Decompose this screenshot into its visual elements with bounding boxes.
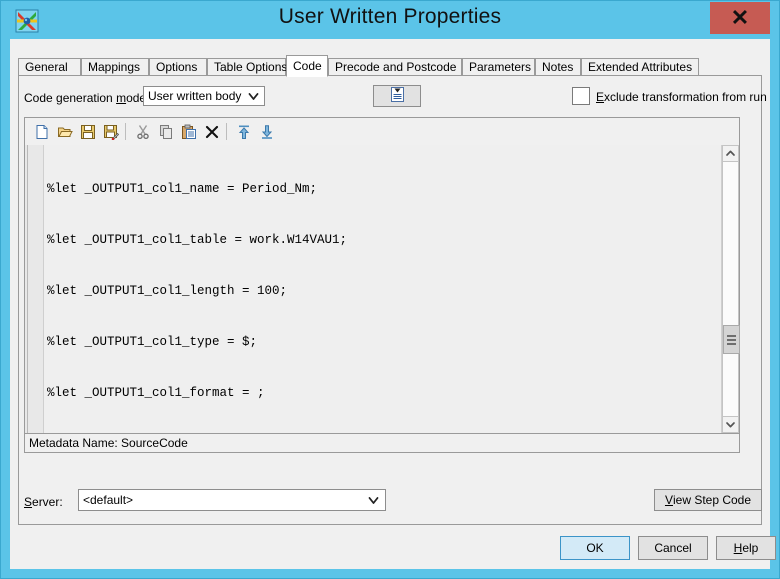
chevron-down-icon	[367, 494, 380, 507]
tab-notes[interactable]: Notes	[535, 58, 581, 76]
tab-extended-attributes[interactable]: Extended Attributes	[581, 58, 699, 76]
tab-table-options[interactable]: Table Options	[207, 58, 287, 76]
code-line: %let _OUTPUT1_col1_table = work.W14VAU1;	[47, 233, 348, 247]
tab-parameters[interactable]: Parameters	[462, 58, 535, 76]
toolbar-separator-1	[125, 123, 126, 140]
delete-icon[interactable]	[201, 121, 222, 142]
chevron-down-icon	[247, 90, 260, 103]
window-title: User Written Properties	[278, 5, 502, 28]
dialog-window: User Written Properties ✕ General Mappin…	[0, 0, 780, 579]
code-text-area[interactable]: %let _OUTPUT1_col1_name = Period_Nm; %le…	[25, 145, 739, 433]
code-editor-toolbar	[25, 118, 739, 146]
scroll-up-icon[interactable]	[722, 145, 739, 162]
scrollbar-track[interactable]	[722, 162, 740, 416]
toolbar-separator-2	[226, 123, 227, 140]
help-button[interactable]: Help	[716, 536, 776, 560]
upload-icon[interactable]	[233, 121, 254, 142]
tab-options[interactable]: Options	[149, 58, 207, 76]
tab-precode-postcode[interactable]: Precode and Postcode	[328, 58, 462, 76]
open-folder-icon[interactable]	[54, 121, 75, 142]
code-line: %let _OUTPUT1_col1_name = Period_Nm;	[47, 182, 318, 196]
view-step-code-button[interactable]: View Step Code	[654, 489, 762, 511]
insert-code-icon	[389, 86, 406, 106]
code-generation-mode-value: User written body	[148, 89, 242, 103]
scrollbar-thumb[interactable]	[723, 325, 740, 354]
new-file-icon[interactable]	[31, 121, 52, 142]
dialog-client-area: General Mappings Options Table Options C…	[10, 39, 776, 569]
code-gutter	[25, 145, 44, 433]
code-vertical-scrollbar[interactable]	[721, 145, 740, 433]
scrollbar-grip	[727, 334, 736, 337]
tab-code[interactable]: Code	[286, 55, 328, 77]
code-lines: %let _OUTPUT1_col1_name = Period_Nm; %le…	[47, 147, 719, 433]
scrollbar-grip	[727, 338, 736, 341]
ok-button[interactable]: OK	[560, 536, 630, 560]
copy-icon[interactable]	[155, 121, 176, 142]
tab-strip: General Mappings Options Table Options C…	[18, 55, 762, 77]
code-line: %let _OUTPUT1_col1_length = 100;	[47, 284, 288, 298]
download-icon[interactable]	[256, 121, 277, 142]
exclude-transformation-label: Exclude transformation from run	[596, 90, 767, 104]
tab-general[interactable]: General	[18, 58, 81, 76]
title-bar: User Written Properties ✕	[1, 1, 779, 39]
cut-icon[interactable]	[132, 121, 153, 142]
code-line: %let _OUTPUT1_col1_type = $;	[47, 335, 258, 349]
code-gutter-rule	[27, 145, 28, 433]
insert-code-button[interactable]	[373, 85, 421, 107]
server-select[interactable]: <default>	[78, 489, 386, 511]
paste-icon[interactable]	[178, 121, 199, 142]
save-icon[interactable]	[77, 121, 98, 142]
code-generation-mode-select[interactable]: User written body	[143, 86, 265, 106]
code-editor-frame: %let _OUTPUT1_col1_name = Period_Nm; %le…	[24, 117, 740, 453]
server-label: Server:	[24, 495, 63, 509]
tab-mappings[interactable]: Mappings	[81, 58, 149, 76]
save-as-icon[interactable]	[100, 121, 121, 142]
code-generation-mode-label: Code generation mode:	[24, 91, 150, 105]
tab-strip-underline	[18, 75, 762, 76]
cancel-button[interactable]: Cancel	[638, 536, 708, 560]
scroll-down-icon[interactable]	[722, 416, 739, 433]
metadata-name-status: Metadata Name: SourceCode	[25, 433, 739, 452]
server-select-value: <default>	[83, 493, 134, 507]
scrollbar-grip	[727, 342, 736, 345]
close-button[interactable]: ✕	[710, 2, 770, 34]
exclude-transformation-checkbox[interactable]	[572, 87, 590, 105]
close-icon: ✕	[730, 5, 750, 30]
code-line: %let _OUTPUT1_col1_format = ;	[47, 386, 265, 400]
